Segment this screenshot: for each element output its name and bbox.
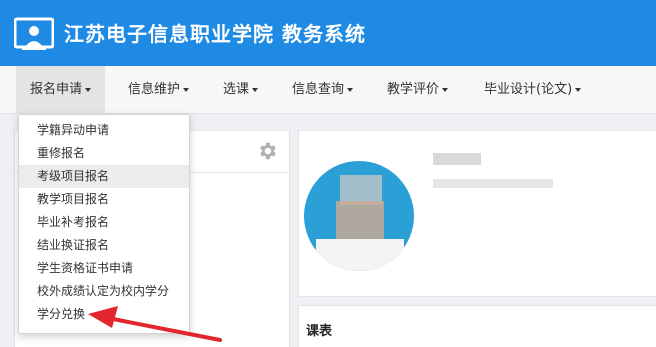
classroom-screen-logo-icon: [14, 17, 54, 50]
main-navbar: 报名申请 信息维护 选课 信息查询 教学评价 毕业设计(论文): [0, 66, 656, 114]
schedule-panel: 课表: [298, 305, 656, 347]
nav-item-info-maintenance[interactable]: 信息维护: [114, 66, 203, 113]
blurred-name-region: [433, 153, 481, 165]
nav-item-teaching-evaluation[interactable]: 教学评价: [373, 66, 462, 113]
caret-down-icon: [252, 87, 259, 92]
caret-down-icon: [442, 87, 449, 92]
profile-panel: [298, 130, 656, 297]
menu-item-teaching-project-registration[interactable]: 教学项目报名: [19, 188, 189, 211]
nav-item-info-query[interactable]: 信息查询: [278, 66, 367, 113]
caret-down-icon: [183, 87, 190, 92]
schedule-title: 课表: [306, 324, 333, 339]
blurred-region: [336, 201, 384, 241]
nav-item-label: 报名申请: [30, 82, 83, 97]
nav-item-label: 教学评价: [387, 82, 440, 97]
blurred-info-region: [433, 179, 553, 188]
nav-item-label: 毕业设计(论文): [484, 82, 573, 97]
caret-down-icon: [347, 87, 354, 92]
red-annotation-arrow-icon: [88, 306, 222, 342]
menu-item-grade-exam-registration[interactable]: 考级项目报名: [19, 165, 189, 188]
nav-item-registration[interactable]: 报名申请: [16, 66, 106, 113]
nav-item-graduation-design[interactable]: 毕业设计(论文): [470, 66, 595, 113]
nav-item-label: 信息查询: [292, 82, 345, 97]
menu-item-retake-registration[interactable]: 重修报名: [19, 142, 189, 165]
menu-item-graduation-makeup-registration[interactable]: 毕业补考报名: [19, 211, 189, 234]
nav-item-course-selection[interactable]: 选课: [209, 66, 272, 113]
caret-down-icon: [85, 87, 92, 92]
nav-item-label: 选课: [223, 82, 250, 97]
app-header: 江苏电子信息职业学院 教务系统: [0, 0, 656, 66]
user-avatar-photo-blurred: [304, 161, 414, 271]
caret-down-icon: [575, 87, 582, 92]
menu-item-qualification-certificate-application[interactable]: 学生资格证书申请: [19, 257, 189, 280]
app-title: 江苏电子信息职业学院 教务系统: [64, 22, 366, 46]
nav-item-label: 信息维护: [128, 82, 181, 97]
blurred-region: [316, 239, 404, 271]
gear-icon[interactable]: [256, 140, 278, 162]
menu-item-certificate-exchange-registration[interactable]: 结业换证报名: [19, 234, 189, 257]
menu-item-status-change-application[interactable]: 学籍异动申请: [19, 119, 189, 142]
